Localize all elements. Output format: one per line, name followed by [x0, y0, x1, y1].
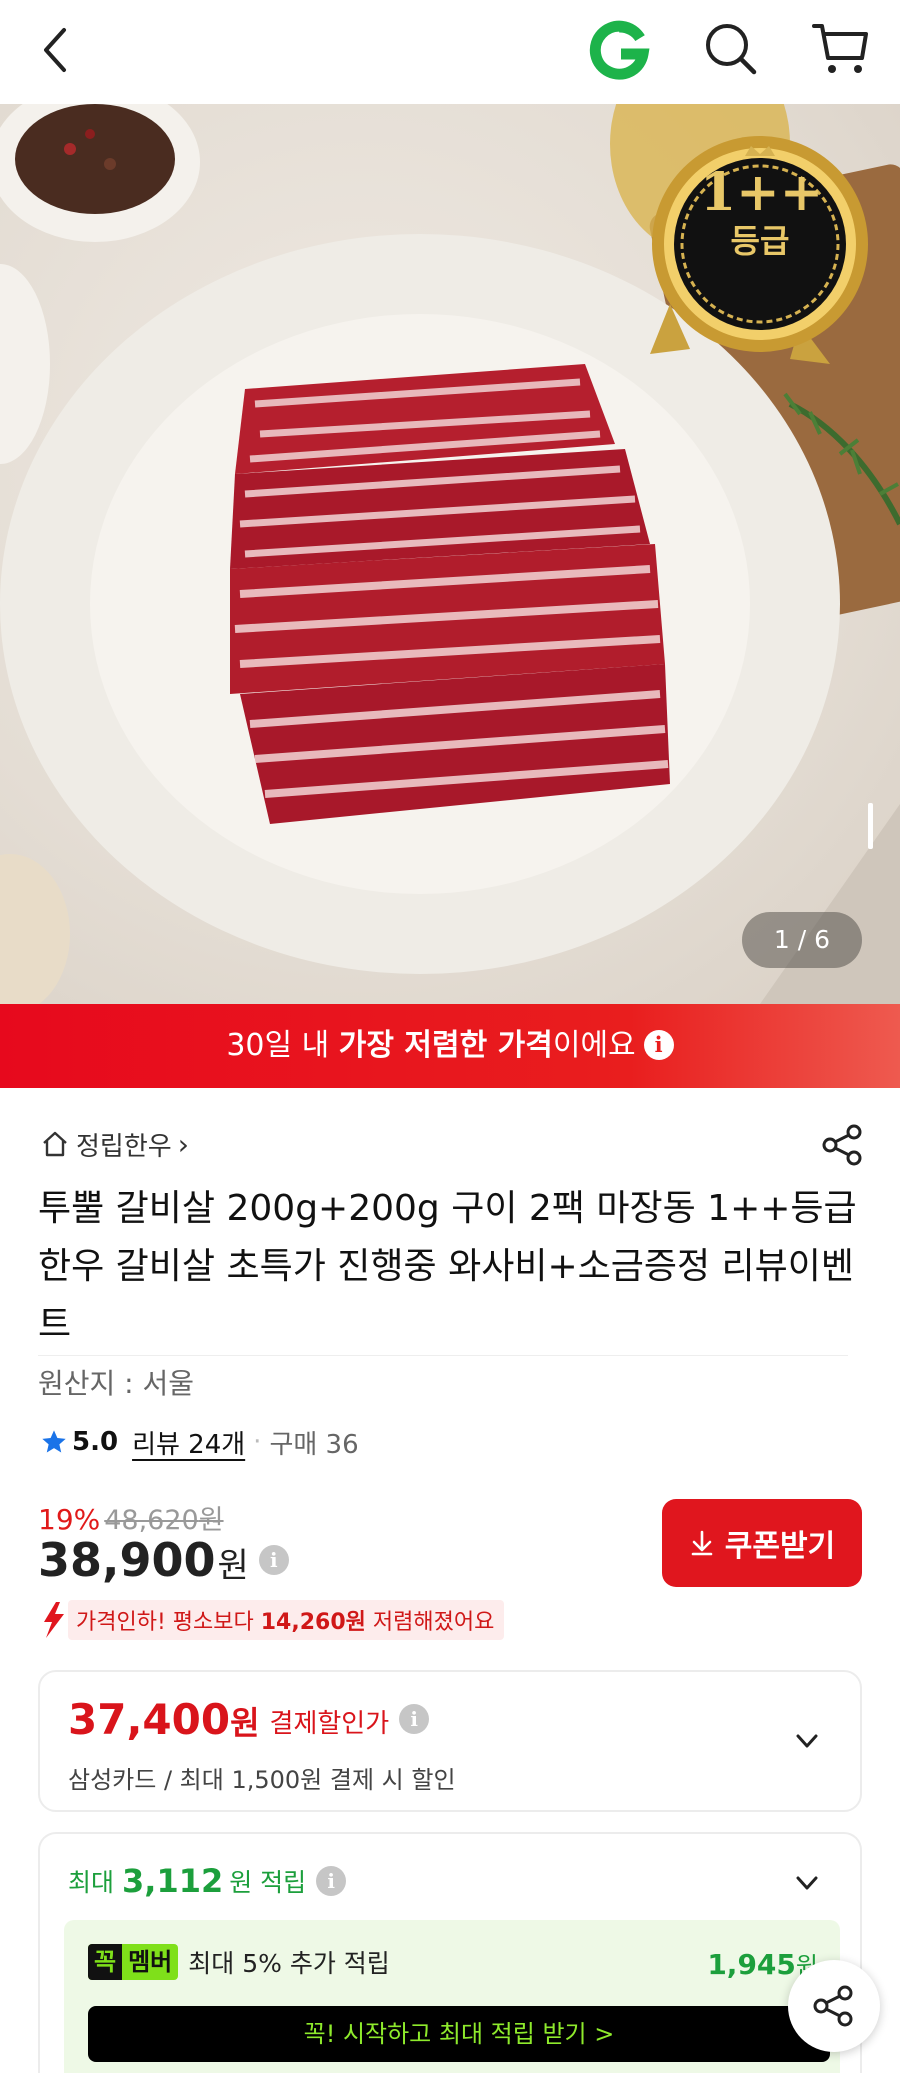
chevron-down-icon[interactable] [792, 1726, 822, 1756]
store-link[interactable]: 정립한우 › [40, 1124, 189, 1164]
gallery-page-counter: 1 / 6 [742, 912, 862, 968]
share-button[interactable] [820, 1122, 866, 1168]
cart-button[interactable] [810, 18, 872, 80]
sale-price-row: 38,900 원 i [38, 1532, 289, 1587]
member-signup-button[interactable]: 꼭! 시작하고 최대 적립 받기 > [88, 2006, 830, 2062]
product-title: 투뿔 갈비살 200g+200g 구이 2팩 마장동 1++등급 한우 갈비살 … [38, 1188, 857, 1345]
max-points: 최대 3,112 원 적립 i [68, 1862, 347, 1900]
get-coupon-button[interactable]: 쿠폰받기 [662, 1499, 862, 1587]
member-benefit-text: 최대 5% 추가 적립 [188, 1949, 390, 1978]
sale-price: 38,900 [38, 1532, 216, 1587]
product-image-gallery[interactable]: 1++ 등급 [0, 104, 900, 1004]
divider [38, 1355, 848, 1356]
grade-badge-bottom-text: 등급 [730, 222, 790, 260]
gallery-scroll-indicator [868, 803, 873, 849]
chevron-down-icon[interactable] [792, 1868, 822, 1898]
purchase-count: 구매 36 [269, 1429, 359, 1460]
download-icon [691, 1530, 713, 1556]
gmarket-logo[interactable] [588, 20, 650, 82]
search-icon [706, 24, 757, 75]
price-info-icon[interactable]: i [258, 1544, 289, 1575]
floating-share-button[interactable] [788, 1960, 880, 2052]
price-drop-amount: 14,260원 [260, 1610, 366, 1635]
product-origin: 원산지 : 서울 [38, 1367, 195, 1400]
share-icon [813, 1985, 853, 2027]
payment-discount-unit: 원 [230, 1704, 260, 1742]
banner-text-1: 30일 내 [226, 1028, 339, 1063]
rating-row: 5.0 리뷰 24개 · 구매 36 [40, 1422, 359, 1462]
payment-discount-detail: 삼성카드 / 최대 1,500원 결제 시 할인 [68, 1766, 456, 1794]
info-icon[interactable]: i [643, 1030, 674, 1060]
share-icon [822, 1124, 862, 1166]
price-drop-notice: 가격인하! 평소보다 14,260원 저렴해졌어요 [38, 1600, 505, 1640]
price-drop-prefix: 가격인하! 평소보다 [76, 1610, 261, 1635]
arrow-down-icon [44, 1602, 64, 1638]
payment-discount-card[interactable]: 37,400 원 결제할인가 i 삼성카드 / 최대 1,500원 결제 시 할… [38, 1670, 862, 1812]
chevron-left-icon [44, 28, 66, 72]
coupon-button-label: 쿠폰받기 [724, 1529, 836, 1564]
member-benefit-box: 꼭 멤버 최대 5% 추가 적립 1,945원 꼭! 시작하고 최대 적립 받기 … [64, 1920, 840, 2073]
price-drop-suffix: 저렴해졌어요 [365, 1610, 495, 1635]
points-info-icon[interactable]: i [316, 1866, 347, 1896]
points-prefix: 최대 [68, 1868, 115, 1897]
sale-price-unit: 원 [217, 1546, 249, 1586]
payment-discount-price: 37,400 [68, 1694, 231, 1744]
banner-text-bold: 가장 저렴한 가격 [338, 1028, 553, 1063]
points-suffix: 원 적립 [229, 1868, 307, 1897]
points-amount: 3,112 [122, 1862, 224, 1900]
separator-dot: · [253, 1427, 262, 1457]
review-count-link[interactable]: 리뷰 24개 [132, 1424, 245, 1461]
member-badge: 꼭 멤버 [88, 1944, 179, 1980]
back-button[interactable] [36, 22, 76, 78]
search-button[interactable] [700, 18, 762, 80]
chevron-right-icon: › [177, 1127, 189, 1161]
star-icon [42, 1430, 66, 1453]
g-logo-icon [589, 20, 650, 80]
lowest-price-banner[interactable]: 30일 내 가장 저렴한 가격이에요 i [0, 1004, 900, 1088]
rating-score: 5.0 [72, 1427, 119, 1457]
payment-info-icon[interactable]: i [399, 1704, 430, 1734]
top-nav-bar [0, 0, 900, 104]
home-icon [43, 1131, 67, 1157]
grade-badge-top-text: 1++ [700, 162, 824, 223]
banner-text-2: 이에요 [552, 1028, 636, 1063]
payment-discount-label: 결제할인가 [269, 1708, 390, 1739]
points-card[interactable]: 최대 3,112 원 적립 i 꼭 멤버 최대 5% 추가 적립 1,945원 꼭… [38, 1832, 862, 2073]
cart-icon [812, 24, 868, 73]
store-name: 정립한우 [76, 1131, 172, 1162]
